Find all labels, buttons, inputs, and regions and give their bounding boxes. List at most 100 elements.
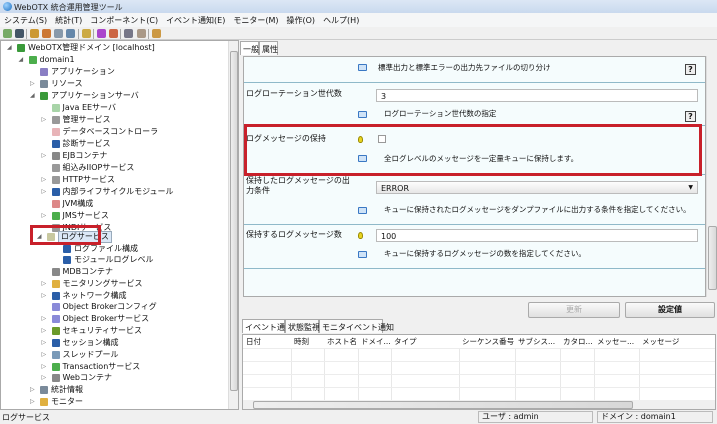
column-header[interactable]: タイプ <box>391 335 459 348</box>
tree-item[interactable]: JVM構成 <box>1 198 227 210</box>
status-selected-node: ログサービス <box>2 413 50 422</box>
menu-item[interactable]: コンポーネント(C) <box>86 13 162 27</box>
menu-item[interactable]: ヘルプ(H) <box>319 13 363 27</box>
tree-item[interactable]: ▷ JMSサービス <box>1 210 227 222</box>
table-row <box>243 374 715 375</box>
settings-button[interactable]: 設定値 <box>625 302 715 318</box>
toolbar-button-icon[interactable] <box>82 29 91 38</box>
tree-item[interactable]: ▷ Webコンテナ <box>1 372 227 384</box>
column-header[interactable]: 時刻 <box>291 335 324 348</box>
tree-item[interactable]: ▷ 管理サービス <box>1 114 227 126</box>
tree-item[interactable]: ▷ モニター <box>1 396 227 408</box>
collapse-arrow-icon[interactable]: ◢ <box>19 54 24 66</box>
tree-item[interactable]: ▷ 内部ライフサイクルモジュール <box>1 186 227 198</box>
tree-item[interactable]: ▷ Object Brokerサービス <box>1 313 227 325</box>
toolbar-button-icon[interactable] <box>66 29 75 38</box>
tree-item[interactable]: ▷ 統計情報 <box>1 384 227 396</box>
tree-item[interactable]: Java EEサーバ <box>1 102 227 114</box>
expand-arrow-icon[interactable]: ▷ <box>42 313 47 325</box>
tab-status-monitor[interactable]: 状態監視 <box>285 319 320 333</box>
tree-scroll-thumb[interactable] <box>230 51 238 391</box>
expand-arrow-icon[interactable]: ▷ <box>30 384 35 396</box>
menu-item[interactable]: モニター(M) <box>229 13 282 27</box>
expand-arrow-icon[interactable]: ▷ <box>42 186 47 198</box>
tree-item[interactable]: ▷ EJBコンテナ <box>1 150 227 162</box>
toolbar-button-icon[interactable] <box>3 29 12 38</box>
tree-item[interactable]: ▷ HTTPサービス <box>1 174 227 186</box>
tree-item[interactable]: ◢ WebOTX管理ドメイン [localhost] <box>1 42 227 54</box>
output-condition-select[interactable]: ERROR ▼ <box>376 181 698 194</box>
toolbar-button-icon[interactable] <box>137 29 146 38</box>
expand-arrow-icon[interactable]: ▷ <box>30 78 35 90</box>
menu-item[interactable]: イベント通知(E) <box>162 13 229 27</box>
tree-item[interactable]: ▷ スレッドプール <box>1 349 227 361</box>
expand-arrow-icon[interactable]: ▷ <box>42 278 47 290</box>
tree-item-label: 診断サービス <box>62 139 111 148</box>
tree-item[interactable]: ▷ セッション構成 <box>1 337 227 349</box>
tree-item[interactable]: ▷ セキュリティサービス <box>1 325 227 337</box>
column-header[interactable]: メッセージ <box>639 335 715 348</box>
expand-arrow-icon[interactable]: ▷ <box>42 372 47 384</box>
toolbar-button-icon[interactable] <box>42 29 51 38</box>
column-header[interactable]: メッセー... <box>594 335 639 348</box>
tree-item[interactable]: データベースコントローラ <box>1 126 227 138</box>
help-icon[interactable]: ? <box>685 111 696 122</box>
toolbar-button-icon[interactable] <box>15 29 24 38</box>
expand-arrow-icon[interactable]: ▷ <box>42 349 47 361</box>
property-scroll-thumb[interactable] <box>708 226 717 290</box>
table-scroll-thumb[interactable] <box>253 401 633 409</box>
toolbar-button-icon[interactable] <box>124 29 133 38</box>
collapse-arrow-icon[interactable]: ◢ <box>7 42 12 54</box>
tree-item[interactable]: 組込みIIOPサービス <box>1 162 227 174</box>
expand-arrow-icon[interactable]: ▷ <box>42 114 47 126</box>
toolbar-button-icon[interactable] <box>97 29 106 38</box>
chevron-down-icon: ▼ <box>688 184 693 191</box>
tab-general[interactable]: 一般 <box>240 41 259 55</box>
node-icon <box>51 176 60 184</box>
help-icon[interactable]: ? <box>685 64 696 75</box>
tree-item-label: セキュリティサービス <box>62 326 143 335</box>
tab-attributes[interactable]: 属性 <box>259 41 278 55</box>
tree-item-label: Object Brokerサービス <box>62 314 150 323</box>
property-scrollbar[interactable] <box>706 56 717 297</box>
expand-arrow-icon[interactable]: ▷ <box>42 174 47 186</box>
column-header[interactable]: サブシス... <box>515 335 560 348</box>
expand-arrow-icon[interactable]: ▷ <box>42 150 47 162</box>
column-header[interactable]: シーケンス番号 <box>459 335 515 348</box>
status-domain: ドメイン : domain1 <box>597 411 713 423</box>
expand-arrow-icon[interactable]: ▷ <box>42 337 47 349</box>
expand-arrow-icon[interactable]: ▷ <box>42 210 47 222</box>
tree-item[interactable]: アプリケーション <box>1 66 227 78</box>
tree-item[interactable]: モジュールログレベル <box>1 254 227 266</box>
tree-item[interactable]: ▷ リソース <box>1 78 227 90</box>
toolbar-button-icon[interactable] <box>109 29 118 38</box>
toolbar-button-icon[interactable] <box>54 29 63 38</box>
toolbar-button-icon[interactable] <box>30 29 39 38</box>
tree-item[interactable]: Object Brokerコンフィグ <box>1 301 227 313</box>
tree-item-label: データベースコントローラ <box>62 127 159 136</box>
column-header[interactable]: ホスト名 <box>324 335 358 348</box>
table-hscrollbar[interactable] <box>243 400 715 409</box>
tree-item[interactable]: ◢ domain1 <box>1 54 227 66</box>
collapse-arrow-icon[interactable]: ◢ <box>30 90 35 102</box>
column-header[interactable]: 日付 <box>243 335 291 348</box>
toolbar-button-icon[interactable] <box>152 29 161 38</box>
tab-monitor-event-notification[interactable]: モニタイベント通知 <box>319 319 394 333</box>
update-button[interactable]: 更新 <box>528 302 620 318</box>
expand-arrow-icon[interactable]: ▷ <box>42 325 47 337</box>
tree-scrollbar[interactable] <box>228 41 238 409</box>
tab-event-notification[interactable]: イベント通知 <box>242 319 293 333</box>
tree-item[interactable]: MDBコンテナ <box>1 266 227 278</box>
rotation-input[interactable]: 3 <box>376 89 698 102</box>
menu-bar: システム(S) 統計(T) コンポーネント(C) イベント通知(E) モニター(M) 操作… <box>0 13 717 27</box>
expand-arrow-icon[interactable]: ▷ <box>30 396 35 408</box>
tree-item[interactable]: ◢ アプリケーションサーバ <box>1 90 227 102</box>
tree-item[interactable]: 診断サービス <box>1 138 227 150</box>
menu-item[interactable]: 操作(O) <box>283 13 320 27</box>
tree-item[interactable]: ▷ モニタリングサービス <box>1 278 227 290</box>
column-header[interactable]: カタロ... <box>560 335 594 348</box>
message-count-input[interactable]: 100 <box>376 229 698 242</box>
column-header[interactable]: ドメイ... <box>358 335 391 348</box>
menu-item[interactable]: 統計(T) <box>51 13 86 27</box>
menu-item[interactable]: システム(S) <box>0 13 51 27</box>
